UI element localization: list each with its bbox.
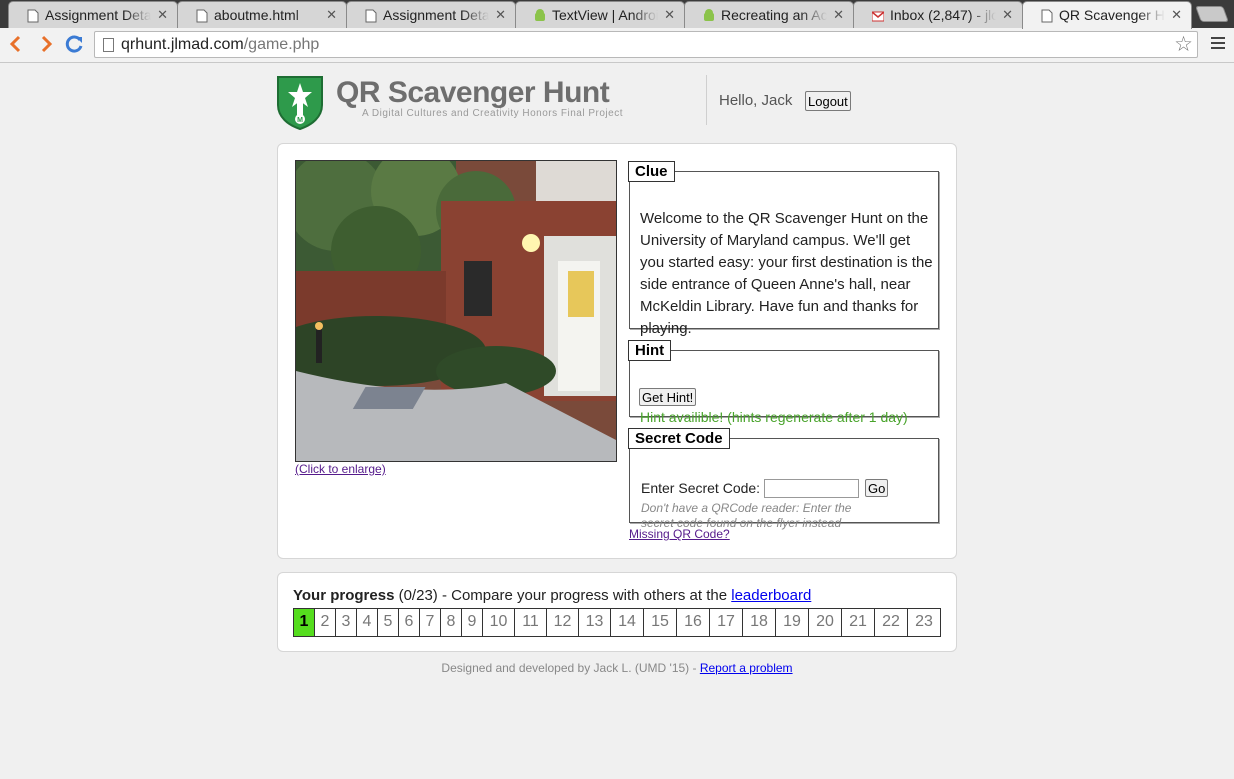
close-icon[interactable]: ✕ [495, 7, 506, 23]
game-panel: (Click to enlarge) Clue Welcome to the Q… [277, 143, 957, 559]
report-problem-link[interactable]: Report a problem [700, 661, 793, 675]
progress-step: 21 [842, 609, 875, 636]
progress-step: 4 [357, 609, 378, 636]
progress-panel: Your progress (0/23) - Compare your prog… [277, 572, 957, 652]
progress-step: 9 [462, 609, 483, 636]
hint-legend: Hint [628, 340, 672, 361]
tab[interactable]: Inbox (2,847) - jlob ✕ [853, 1, 1023, 28]
clue-photo[interactable] [295, 160, 617, 462]
page-icon [103, 38, 114, 52]
site-subtitle: A Digital Cultures and Creativity Honors… [362, 108, 623, 119]
tab[interactable]: Assignment Detai ✕ [346, 1, 516, 28]
bookmark-star-icon[interactable]: ☆ [1174, 32, 1193, 57]
clue-box: Clue Welcome to the QR Scavenger Hunt on… [628, 161, 939, 337]
hint-status: Hint availible! (hints regenerate after … [640, 409, 908, 425]
greeting: Hello, Jack [719, 92, 793, 109]
progress-text: - Compare your progress with others at t… [437, 587, 732, 604]
secret-code-legend: Secret Code [628, 428, 730, 449]
secret-code-box: Secret Code Enter Secret Code: Go Don't … [628, 428, 939, 530]
leaderboard-link[interactable]: leaderboard [731, 587, 811, 604]
tab-active[interactable]: QR Scavenger Hun ✕ [1022, 1, 1192, 29]
hint-box: Hint Get Hint! Hint availible! (hints re… [628, 340, 939, 425]
android-icon [704, 9, 714, 21]
tab[interactable]: Assignment Detai ✕ [8, 1, 178, 28]
footer: Designed and developed by Jack L. (UMD '… [0, 661, 1234, 675]
footer-text: Designed and developed by Jack L. (UMD '… [441, 661, 700, 675]
progress-summary: Your progress (0/23) - Compare your prog… [293, 587, 811, 604]
url-text: qrhunt.jlmad.com/game.php [121, 36, 320, 53]
progress-step: 1 [294, 609, 315, 636]
progress-steps: 1 2 3 4 5 6 7 8 9 10 11 12 13 14 15 16 17 18 19 20 21 22 23 [293, 608, 941, 637]
secret-code-input[interactable] [764, 479, 859, 498]
progress-count: (0/23) [398, 587, 438, 604]
logo-shield-icon: M [277, 76, 323, 130]
progress-step: 11 [515, 609, 547, 636]
secret-code-label: Enter Secret Code: [641, 480, 761, 496]
back-icon[interactable] [4, 31, 28, 57]
close-icon[interactable]: ✕ [833, 7, 844, 23]
address-bar[interactable]: qrhunt.jlmad.com/game.php ☆ [94, 31, 1198, 58]
page-icon [27, 9, 39, 23]
tab-title: Recreating an Act [721, 7, 827, 23]
enlarge-link[interactable]: (Click to enlarge) [295, 462, 386, 476]
go-button[interactable]: Go [865, 479, 889, 497]
page-icon [1041, 9, 1053, 23]
tab-title: TextView | Androi [552, 7, 658, 23]
clue-text: Welcome to the QR Scavenger Hunt on the … [640, 210, 933, 337]
progress-step: 20 [809, 609, 842, 636]
clue-photo-image [296, 161, 616, 461]
close-icon[interactable]: ✕ [1171, 7, 1182, 23]
progress-step: 13 [579, 609, 611, 636]
gmail-icon [872, 11, 884, 22]
close-icon[interactable]: ✕ [326, 7, 337, 23]
svg-text:M: M [297, 117, 303, 124]
progress-step: 14 [611, 609, 644, 636]
progress-step: 17 [710, 609, 743, 636]
forward-icon[interactable] [34, 31, 58, 57]
android-icon [535, 9, 545, 21]
progress-step: 8 [441, 609, 462, 636]
page-icon [196, 9, 208, 23]
close-icon[interactable]: ✕ [157, 7, 168, 23]
menu-icon[interactable] [1211, 37, 1225, 49]
progress-step: 23 [915, 613, 933, 630]
progress-step: 7 [420, 609, 441, 636]
progress-step: 15 [644, 609, 677, 636]
reload-icon[interactable] [62, 31, 86, 57]
tab-title: QR Scavenger Hun [1059, 7, 1165, 23]
site-header: M QR Scavenger Hunt A Digital Cultures a… [276, 75, 956, 131]
tab[interactable]: Recreating an Act ✕ [684, 1, 854, 28]
progress-step: 12 [547, 609, 579, 636]
progress-step: 19 [776, 609, 809, 636]
get-hint-button[interactable]: Get Hint! [639, 388, 697, 406]
header-divider [706, 75, 707, 125]
progress-heading: Your progress [293, 587, 395, 604]
progress-step: 5 [378, 609, 399, 636]
tab-title: Assignment Detai [383, 7, 489, 23]
browser-toolbar: qrhunt.jlmad.com/game.php ☆ [0, 28, 1234, 63]
progress-step: 22 [875, 609, 908, 636]
tab-title: Assignment Detai [45, 7, 151, 23]
tab-title: aboutme.html [214, 7, 299, 23]
clue-legend: Clue [628, 161, 675, 182]
progress-step: 6 [399, 609, 420, 636]
new-tab-button[interactable] [1195, 6, 1229, 22]
tab[interactable]: TextView | Androi ✕ [515, 1, 685, 28]
close-icon[interactable]: ✕ [664, 7, 675, 23]
progress-step: 2 [315, 609, 336, 636]
progress-step: 16 [677, 609, 710, 636]
tab[interactable]: aboutme.html ✕ [177, 1, 347, 28]
page-icon [365, 9, 377, 23]
missing-qr-link[interactable]: Missing QR Code? [629, 527, 730, 541]
progress-step: 10 [483, 609, 515, 636]
tab-title: Inbox (2,847) - jlob [890, 7, 996, 23]
site-title: QR Scavenger Hunt [336, 76, 610, 109]
progress-step: 3 [336, 609, 357, 636]
logout-button[interactable]: Logout [805, 91, 851, 111]
progress-step: 18 [743, 609, 776, 636]
close-icon[interactable]: ✕ [1002, 7, 1013, 23]
tab-strip: Assignment Detai ✕ aboutme.html ✕ Assign… [0, 0, 1234, 29]
